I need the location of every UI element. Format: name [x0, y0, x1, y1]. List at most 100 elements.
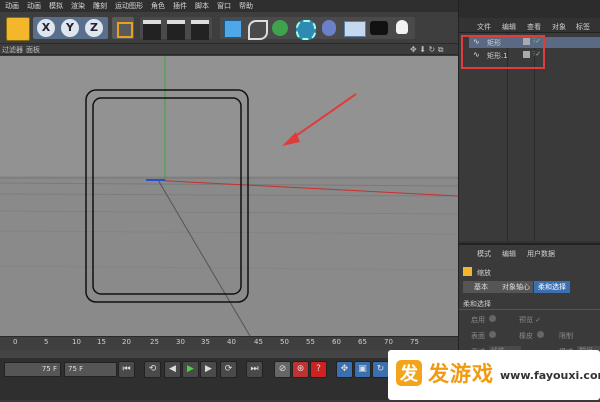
timeline-tick: 35	[201, 338, 210, 346]
om-menu-edit[interactable]: 编辑	[502, 22, 516, 32]
attr-menu-mode[interactable]: 模式	[477, 249, 491, 259]
menu-item-anim[interactable]: 动画	[5, 1, 19, 11]
move-key-icon[interactable]: ✥	[336, 361, 353, 378]
rotate-key-icon[interactable]: ↻	[372, 361, 389, 378]
timeline-tick: 50	[280, 338, 289, 346]
tab-basic[interactable]: 基本	[463, 281, 499, 293]
menu-item-script[interactable]: 脚本	[195, 1, 209, 11]
tab-object-axis[interactable]: 对象轴心	[499, 281, 533, 293]
scale-key-icon[interactable]: ▣	[354, 361, 371, 378]
timeline-tick: 30	[176, 338, 185, 346]
axis-y-button[interactable]: Y	[61, 19, 79, 37]
section-divider	[459, 309, 600, 310]
timeline-tick: 25	[150, 338, 159, 346]
viewport-sky	[0, 56, 458, 176]
axis-lock-group: X Y Z	[33, 17, 108, 39]
menu-item-sculpt[interactable]: 雕刻	[93, 1, 107, 11]
object-manager-header	[459, 0, 600, 18]
om-menu-object[interactable]: 对象	[552, 22, 566, 32]
tab-soft-selection[interactable]: 柔和选择	[534, 281, 570, 293]
cloner-icon[interactable]	[296, 20, 316, 40]
timeline-tick: 75	[410, 338, 419, 346]
keyframe-help-icon[interactable]: ?	[310, 361, 327, 378]
timeline-tick: 10	[72, 338, 81, 346]
render-group	[140, 17, 212, 40]
spline-pen-icon[interactable]	[248, 20, 268, 40]
light-icon[interactable]	[396, 20, 408, 34]
attr-label-surface: 表面	[471, 332, 485, 340]
go-to-start-icon[interactable]: ⏮	[118, 361, 135, 378]
menu-item-anim2[interactable]: 动画	[27, 1, 41, 11]
enable-checkbox[interactable]	[489, 315, 496, 322]
watermark-url: www.fayouxi.com	[500, 369, 600, 382]
attr-menu-edit[interactable]: 编辑	[502, 249, 516, 259]
timeline-tick: 65	[358, 338, 367, 346]
timeline-tick: 0	[13, 338, 18, 346]
timeline-tick: 55	[306, 338, 315, 346]
logo-glyph: 发	[399, 363, 419, 385]
object-tools-group	[220, 17, 415, 40]
attr-label-enable: 启用	[471, 316, 485, 324]
section-title: 柔和选择	[463, 300, 491, 308]
surface-checkbox[interactable]	[489, 331, 496, 338]
attr-title: 缩放	[477, 269, 491, 277]
menu-item-simulate[interactable]: 模拟	[49, 1, 63, 11]
attr-label-preview[interactable]: 预览 ✓	[519, 315, 541, 325]
coordinate-system-icon[interactable]	[112, 17, 134, 39]
render-settings-icon[interactable]	[191, 20, 209, 40]
timeline-tick: 70	[384, 338, 393, 346]
end-frame-field[interactable]: 75 F	[64, 362, 117, 377]
menu-item-window[interactable]: 窗口	[217, 1, 231, 11]
record-keys-icon[interactable]: ⊘	[274, 361, 291, 378]
menu-item-render[interactable]: 渲染	[71, 1, 85, 11]
3d-viewport[interactable]	[0, 56, 458, 336]
viewport-filter-menu[interactable]: 过滤器	[2, 45, 23, 55]
watermark-brand: 发游戏	[428, 362, 494, 386]
go-to-end-icon[interactable]: ⏭	[246, 361, 263, 378]
menu-item-plugins[interactable]: 插件	[173, 1, 187, 11]
axis-z-button[interactable]: Z	[85, 19, 103, 37]
viewport-panel-menu[interactable]: 面板	[26, 45, 40, 55]
attr-menu-userdata[interactable]: 用户数据	[527, 249, 555, 259]
timeline-tick: 40	[227, 338, 236, 346]
start-frame-field[interactable]: 75 F	[4, 362, 61, 377]
cube-icon[interactable]	[224, 20, 242, 38]
om-menu-file[interactable]: 文件	[477, 22, 491, 32]
rubber-checkbox[interactable]	[537, 331, 544, 338]
axis-x-button[interactable]: X	[37, 19, 55, 37]
render-picture-icon[interactable]	[167, 20, 185, 40]
floor-icon[interactable]	[344, 21, 366, 37]
timeline-tick: 45	[254, 338, 263, 346]
next-frame-icon[interactable]: ▶	[200, 361, 217, 378]
scale-tool-icon	[463, 267, 472, 276]
auto-key-icon[interactable]: ⊛	[292, 361, 309, 378]
viewport-ground	[0, 176, 458, 336]
timeline-tick: 15	[97, 338, 106, 346]
viewport-scene	[0, 56, 458, 336]
attr-label-rubber: 橡皮	[519, 332, 533, 340]
menu-item-character[interactable]: 角色	[151, 1, 165, 11]
attr-label-restrict: 限制	[559, 332, 573, 340]
timeline-tick: 20	[122, 338, 131, 346]
render-view-icon[interactable]	[143, 20, 161, 40]
om-menu-view[interactable]: 查看	[527, 22, 541, 32]
viewport-header: 过滤器 面板 ✥ ⬇ ↻ ⧉	[0, 44, 458, 55]
om-menu-tags[interactable]: 标签	[576, 22, 590, 32]
camera-icon[interactable]	[370, 21, 388, 35]
main-toolbar: X Y Z	[0, 12, 458, 44]
model-mode-button[interactable]	[6, 17, 30, 41]
highlight-box	[461, 35, 545, 69]
right-panel: 文件 编辑 查看 对象 标签 ∿ 矩形 ⁝✓ ∿ 矩形.1 ⁝✓ 模式 编辑 用…	[458, 0, 600, 402]
timeline-tick: 60	[332, 338, 341, 346]
prev-frame-icon[interactable]: ◀	[164, 361, 181, 378]
deformer-icon[interactable]	[322, 20, 336, 36]
prev-key-icon[interactable]: ⟲	[144, 361, 161, 378]
play-icon[interactable]: ▶	[182, 361, 199, 378]
menu-item-mograph[interactable]: 运动图形	[115, 1, 143, 11]
next-key-icon[interactable]: ⟳	[220, 361, 237, 378]
menu-item-help[interactable]: 帮助	[239, 1, 253, 11]
watermark-banner: 发 发游戏 www.fayouxi.com	[388, 350, 600, 400]
object-list: ∿ 矩形 ⁝✓ ∿ 矩形.1 ⁝✓	[459, 32, 600, 241]
viewport-nav-icons[interactable]: ✥ ⬇ ↻ ⧉	[410, 45, 443, 55]
nurbs-icon[interactable]	[272, 20, 288, 36]
